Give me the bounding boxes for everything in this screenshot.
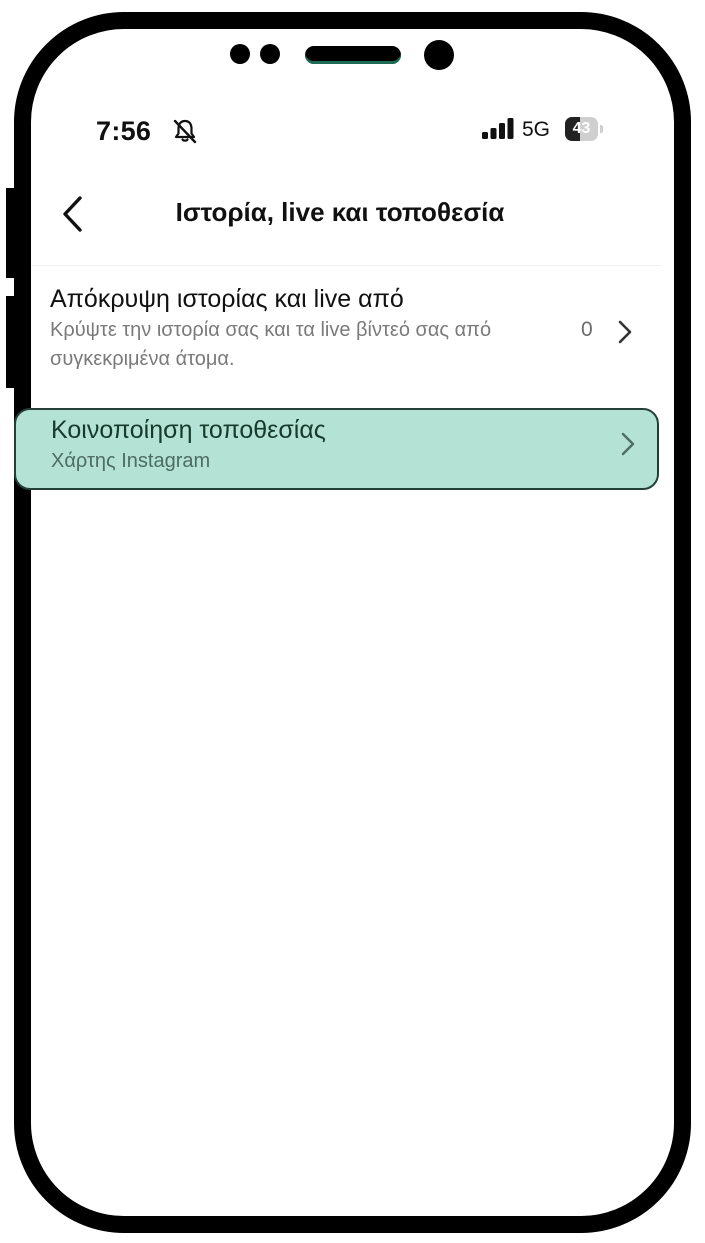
chevron-right-icon (621, 432, 635, 456)
network-label: 5G (522, 118, 551, 141)
header-divider (31, 265, 661, 266)
row-subtitle: Χάρτης Instagram (51, 450, 211, 472)
sensor-dot (260, 44, 280, 64)
bell-muted-icon (173, 119, 197, 144)
hidden-count: 0 (581, 318, 593, 341)
speaker-grille (305, 46, 401, 64)
front-camera (424, 40, 454, 70)
battery-tip (600, 125, 603, 133)
row-title: Κοινοποίηση τοποθεσίας (51, 416, 326, 444)
chevron-left-icon[interactable] (56, 192, 92, 236)
chevron-right-icon (618, 320, 632, 344)
page-title: Ιστορία, live και τοποθεσία (175, 197, 505, 227)
row-title: Απόκρυψη ιστορίας και live από (50, 285, 404, 313)
location-sharing-row[interactable]: Κοινοποίηση τοποθεσίας Χάρτης Instagram (14, 408, 659, 490)
row-subtitle: Κρύψτε την ιστορία σας και τα live βίντε… (50, 319, 492, 370)
status-time: 7:56 (96, 116, 152, 146)
signal-icon (482, 118, 514, 139)
battery-icon: 43 (565, 117, 598, 141)
hide-story-and-live-row[interactable]: Απόκρυψη ιστορίας και live από Κρύψτε τη… (28, 282, 659, 382)
phone-frame (14, 12, 691, 1233)
sensor-dot (230, 44, 250, 64)
